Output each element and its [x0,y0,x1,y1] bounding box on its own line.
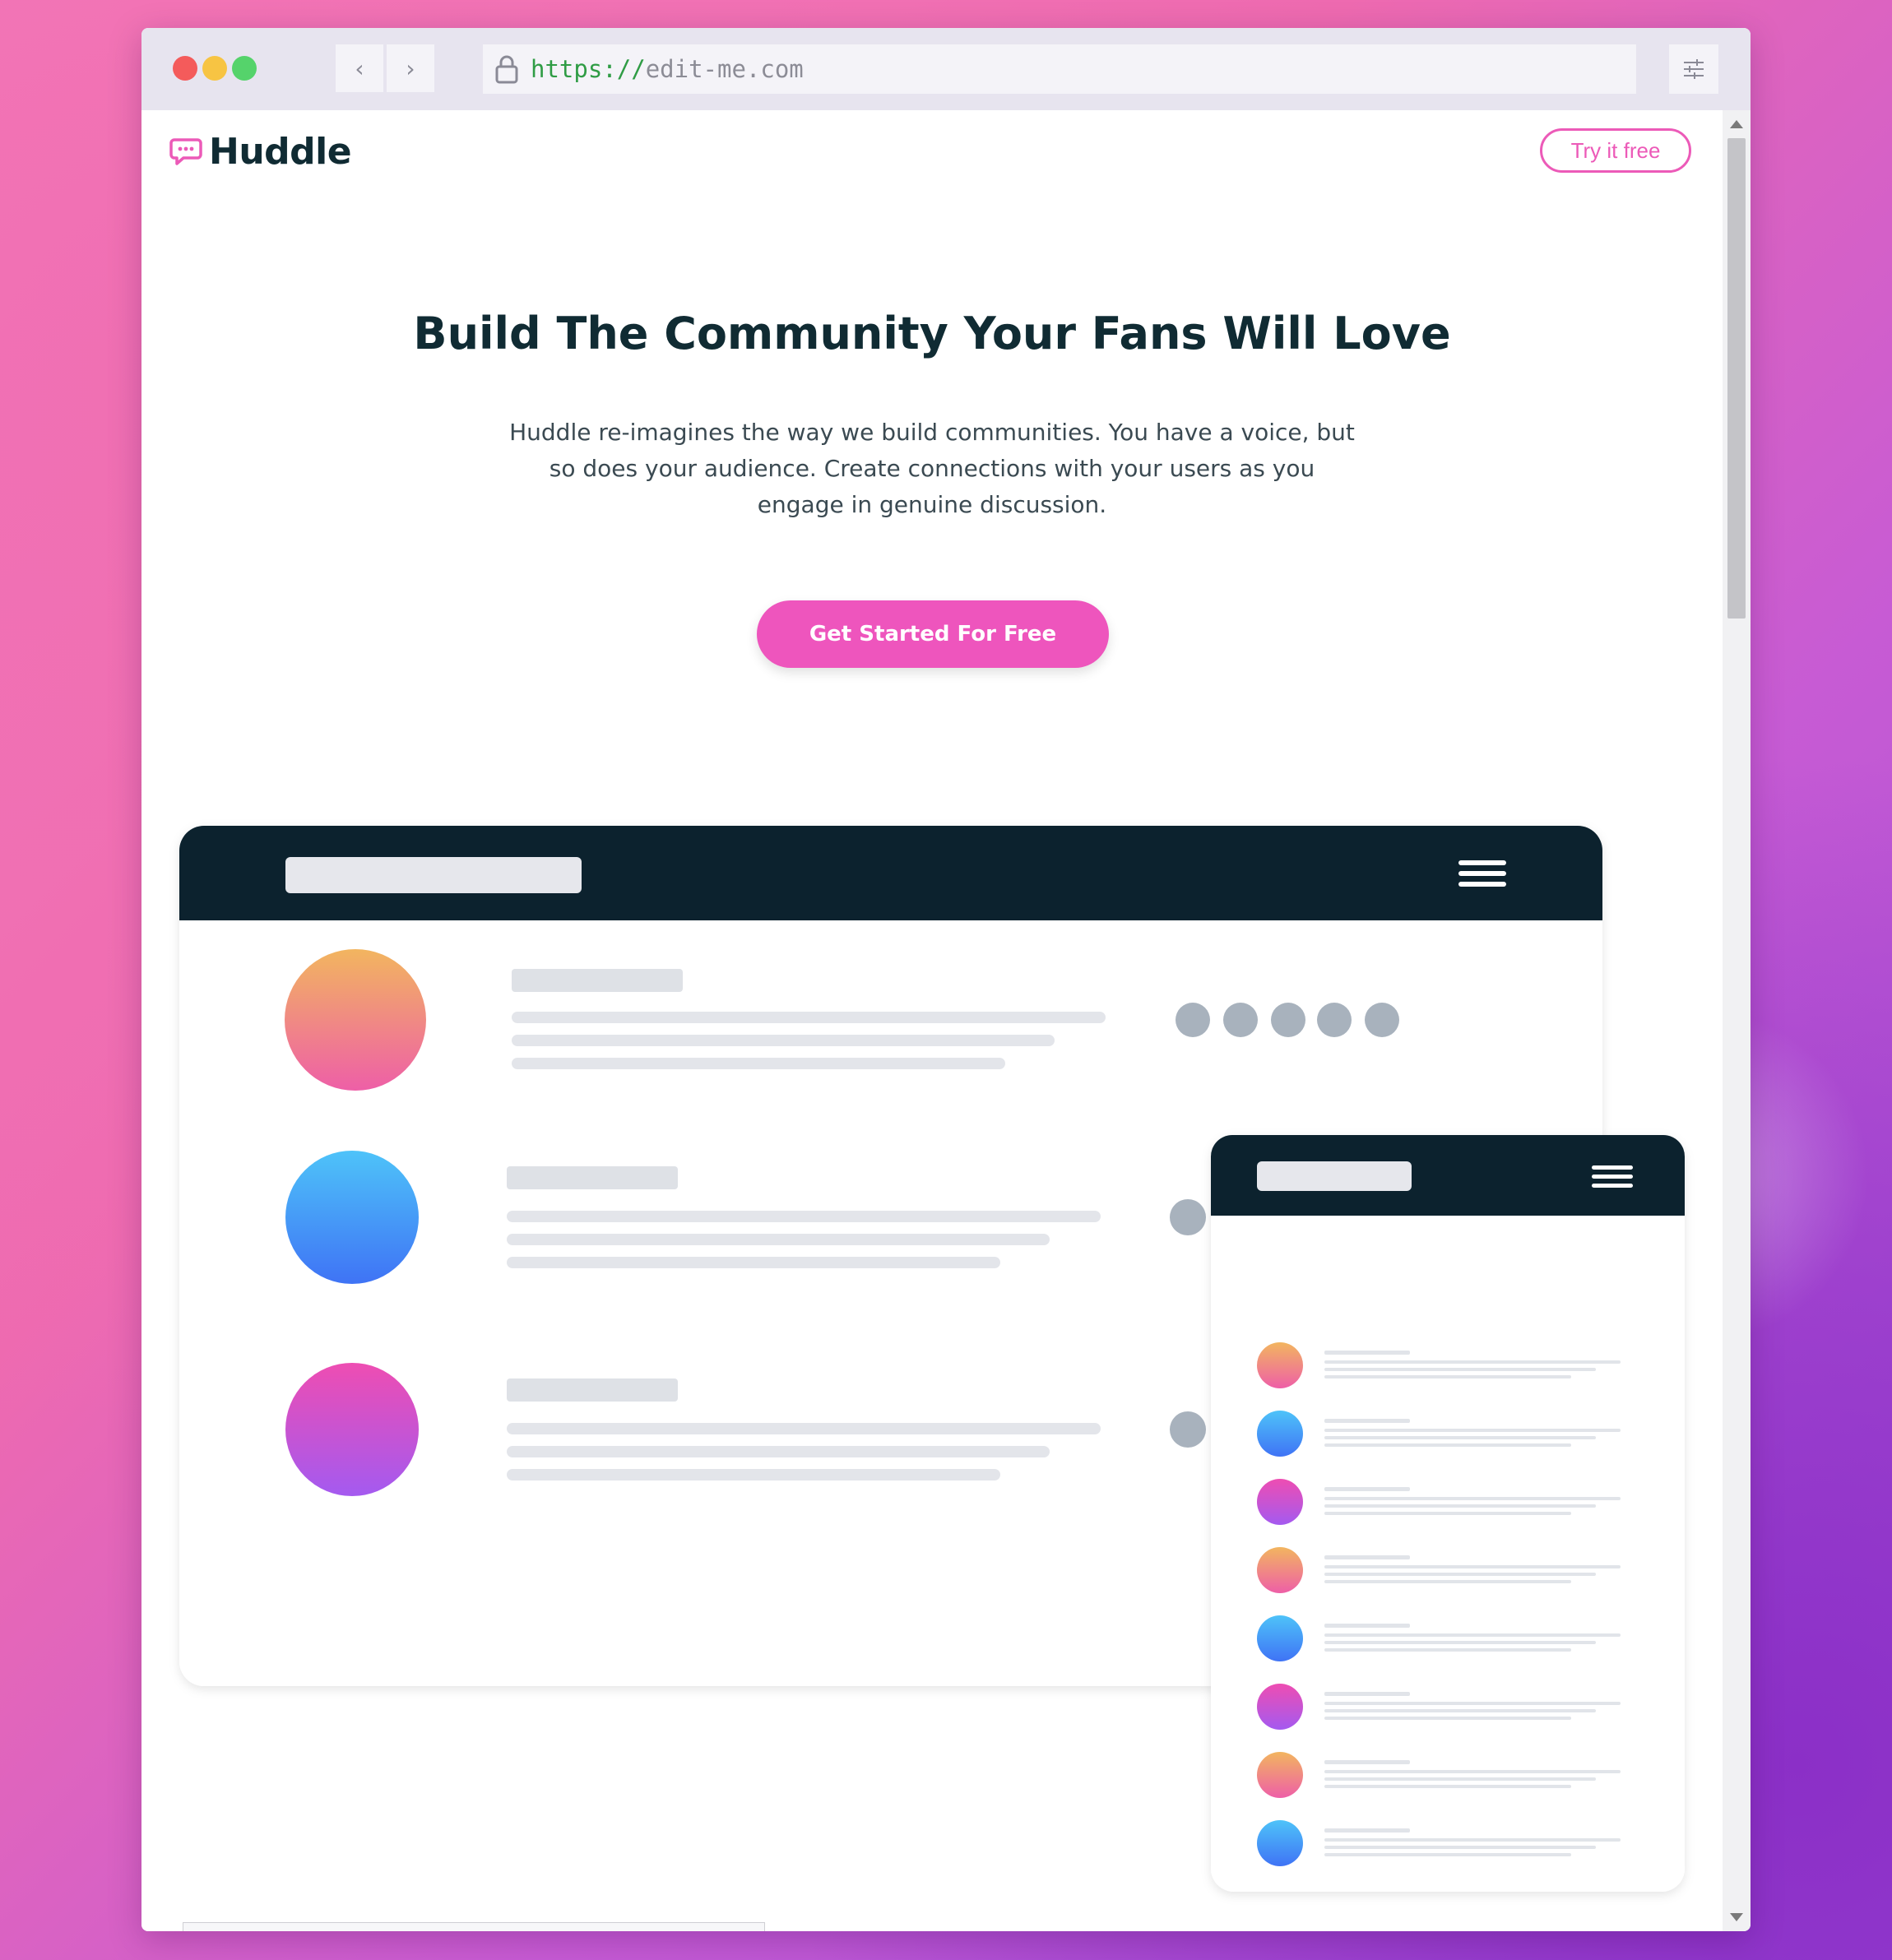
back-button[interactable]: ‹ [336,44,383,92]
browser-toolbar: ‹ › https://edit-me.com [141,28,1751,110]
maximize-window-button[interactable] [232,56,257,81]
chevron-right-icon: › [406,54,415,82]
scroll-up-arrow-icon[interactable] [1730,120,1743,128]
vertical-scrollbar[interactable] [1723,110,1751,1931]
scroll-down-arrow-icon[interactable] [1730,1913,1743,1921]
hero-illustration [179,826,1685,1892]
browser-window: ‹ › https://edit-me.com Huddle Try it fr… [141,28,1751,1931]
address-bar[interactable]: https://edit-me.com [483,44,1636,94]
chevron-left-icon: ‹ [355,54,364,82]
web-page: Huddle Try it free Build The Community Y… [141,110,1723,1931]
hamburger-menu-icon [1592,1165,1633,1188]
forward-button[interactable]: › [387,44,434,92]
url-host: edit-me.com [645,55,804,83]
minimize-window-button[interactable] [202,56,227,81]
close-window-button[interactable] [173,56,197,81]
sliders-icon [1684,59,1704,79]
hamburger-menu-icon [1458,860,1506,887]
settings-button[interactable] [1669,44,1718,94]
horizontal-scrollbar[interactable] [183,1922,765,1931]
scroll-thumb[interactable] [1727,138,1746,619]
url-scheme: https:// [531,55,646,83]
lock-icon [495,55,518,84]
mobile-mockup [1211,1135,1685,1892]
